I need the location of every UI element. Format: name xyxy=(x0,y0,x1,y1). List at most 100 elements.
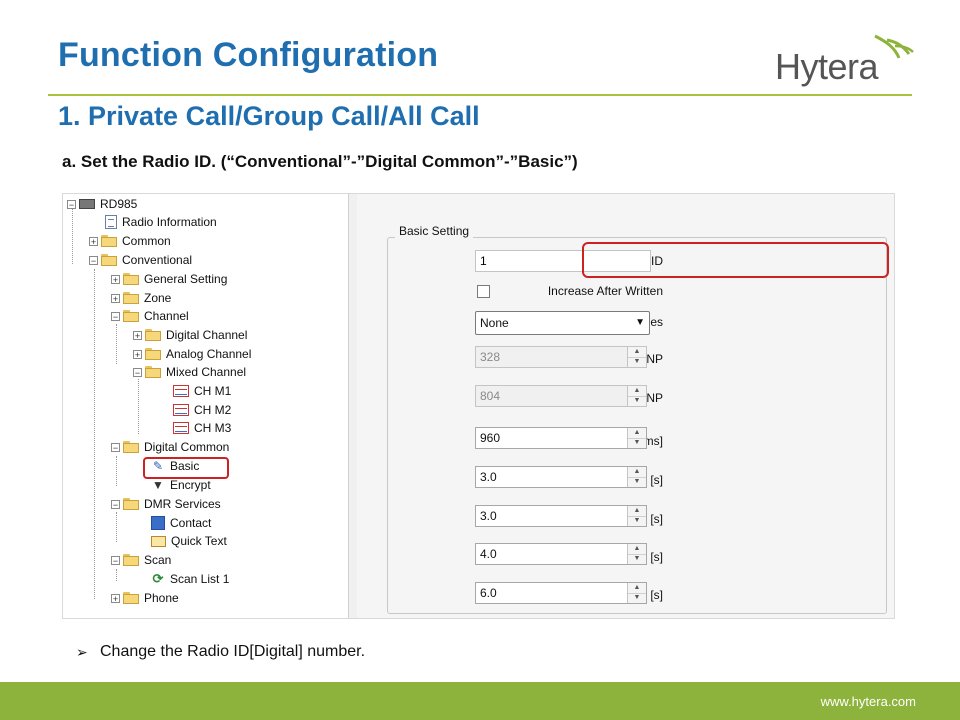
tree-item-general-setting[interactable]: + General Setting xyxy=(111,270,227,288)
channel-icon xyxy=(173,404,189,416)
private-call-hang-input[interactable]: 3.0 ▲ ▼ xyxy=(475,505,647,527)
logo-wing-icon xyxy=(874,34,914,59)
folder-icon xyxy=(123,292,139,304)
tree-guide xyxy=(116,456,117,486)
instruction-text: a. Set the Radio ID. (“Conventional”-”Di… xyxy=(62,152,578,171)
tree-item-scan-list-1[interactable]: ⟳ Scan List 1 xyxy=(151,570,230,588)
tree-item-dmr-services[interactable]: − DMR Services xyxy=(111,495,221,513)
tree-item-quick-text[interactable]: Quick Text xyxy=(151,532,227,550)
tree-item-label: Analog Channel xyxy=(166,347,252,361)
tree-item-label: DMR Services xyxy=(144,497,221,511)
folder-open-icon xyxy=(123,498,139,510)
channel-icon xyxy=(173,422,189,434)
group-call-hang-spinner[interactable]: ▲ ▼ xyxy=(627,467,646,487)
tree-item-label: Channel xyxy=(144,309,189,323)
arrow-bullet-icon: ➢ xyxy=(76,643,88,660)
spin-down-icon[interactable]: ▼ xyxy=(628,554,646,564)
sit-value: 6.0 xyxy=(480,586,497,600)
police-np-value: 804 xyxy=(480,389,501,403)
tree-item-label: Scan xyxy=(144,553,172,567)
tree-item-ch-m3[interactable]: CH M3 xyxy=(173,419,231,437)
tree-item-ch-m2[interactable]: CH M2 xyxy=(173,401,231,419)
group-call-hang-input[interactable]: 3.0 ▲ ▼ xyxy=(475,466,647,488)
funnel-icon: ▼ xyxy=(152,478,164,492)
dial-rules-select[interactable]: None ▼ xyxy=(475,311,650,335)
collapse-icon[interactable]: − xyxy=(111,499,120,509)
emergency-call-hang-spinner[interactable]: ▲ ▼ xyxy=(627,544,646,564)
folder-open-icon xyxy=(123,441,139,453)
police-np-spinner: ▲ ▼ xyxy=(627,386,646,406)
tree-item-label: Digital Common xyxy=(144,440,230,454)
tree-item-mixed-channel[interactable]: − Mixed Channel xyxy=(133,363,246,381)
tree-item-label: RD985 xyxy=(100,197,138,211)
sit-spinner[interactable]: ▲ ▼ xyxy=(627,583,646,603)
footer-url[interactable]: www.hytera.com xyxy=(821,694,916,709)
collapse-icon[interactable]: − xyxy=(89,255,98,265)
spin-down-icon[interactable]: ▼ xyxy=(628,593,646,603)
tree-item-ch-m1[interactable]: CH M1 xyxy=(173,382,231,400)
hytera-logo: Hytera xyxy=(770,32,920,88)
province-np-value: 328 xyxy=(480,350,501,364)
footer-bar: www.hytera.com xyxy=(0,682,960,720)
slide-title: Function Configuration xyxy=(58,36,439,74)
tree-item-contact[interactable]: Contact xyxy=(151,514,211,532)
spin-down-icon[interactable]: ▼ xyxy=(628,516,646,526)
tree-item-scan[interactable]: − Scan xyxy=(111,551,171,569)
sit-input[interactable]: 6.0 ▲ ▼ xyxy=(475,582,647,604)
tree-item-rd985[interactable]: − RD985 xyxy=(67,195,137,213)
collapse-icon[interactable]: − xyxy=(111,555,120,565)
collapse-icon[interactable]: − xyxy=(111,311,120,321)
expand-icon[interactable]: + xyxy=(89,236,98,246)
tree-item-channel[interactable]: − Channel xyxy=(111,307,189,325)
chevron-down-icon[interactable]: ▼ xyxy=(635,312,645,334)
tree-item-analog-channel[interactable]: + Analog Channel xyxy=(133,345,251,363)
spin-down-icon[interactable]: ▼ xyxy=(628,477,646,487)
police-np-input: 804 ▲ ▼ xyxy=(475,385,647,407)
emergency-call-hang-value: 4.0 xyxy=(480,547,497,561)
folder-icon xyxy=(145,329,161,341)
province-np-input: 328 ▲ ▼ xyxy=(475,346,647,368)
tree-item-digital-common[interactable]: − Digital Common xyxy=(111,438,229,456)
tree-item-label: CH M1 xyxy=(194,384,232,398)
emergency-call-hang-input[interactable]: 4.0 ▲ ▼ xyxy=(475,543,647,565)
private-call-hang-spinner[interactable]: ▲ ▼ xyxy=(627,506,646,526)
tree-guide xyxy=(116,569,117,581)
tree-item-common[interactable]: + Common xyxy=(89,232,171,250)
expand-icon[interactable]: + xyxy=(133,330,142,340)
folder-icon xyxy=(123,592,139,604)
radio-device-icon xyxy=(79,199,95,209)
tree-item-label: Phone xyxy=(144,591,179,605)
expand-icon[interactable]: + xyxy=(133,349,142,359)
tx-preamble-spinner[interactable]: ▲ ▼ xyxy=(627,428,646,448)
tree-item-label: CH M2 xyxy=(194,403,232,417)
collapse-icon[interactable]: − xyxy=(67,199,76,209)
province-np-spinner: ▲ ▼ xyxy=(627,347,646,367)
tree-item-radio-information[interactable]: Radio Information xyxy=(105,213,217,231)
folder-open-icon xyxy=(123,310,139,322)
refresh-icon: ⟳ xyxy=(152,571,164,586)
collapse-icon[interactable]: − xyxy=(133,367,142,377)
tree-item-phone[interactable]: + Phone xyxy=(111,589,179,607)
folder-open-icon xyxy=(123,554,139,566)
tree-item-label: Radio Information xyxy=(122,215,217,229)
spin-down-icon: ▼ xyxy=(633,358,641,365)
expand-icon[interactable]: + xyxy=(111,293,120,303)
collapse-icon[interactable]: − xyxy=(111,442,120,452)
tree-item-label: Mixed Channel xyxy=(166,365,247,379)
increase-after-written-checkbox[interactable] xyxy=(477,285,490,298)
tx-preamble-input[interactable]: 960 ▲ ▼ xyxy=(475,427,647,449)
dial-rules-value: None xyxy=(480,316,509,330)
tree-item-label: Zone xyxy=(144,291,172,305)
tree-item-label: CH M3 xyxy=(194,421,232,435)
tree-item-conventional[interactable]: − Conventional xyxy=(89,251,192,269)
tree-item-zone[interactable]: + Zone xyxy=(111,289,171,307)
tree-guide xyxy=(72,206,73,264)
expand-icon[interactable]: + xyxy=(111,593,120,603)
envelope-icon xyxy=(151,535,166,547)
document-icon xyxy=(105,215,117,229)
expand-icon[interactable]: + xyxy=(111,274,120,284)
folder-open-icon xyxy=(101,254,117,266)
spin-down-icon[interactable]: ▼ xyxy=(628,438,646,448)
tree-guide xyxy=(138,379,139,434)
tree-item-digital-channel[interactable]: + Digital Channel xyxy=(133,326,247,344)
